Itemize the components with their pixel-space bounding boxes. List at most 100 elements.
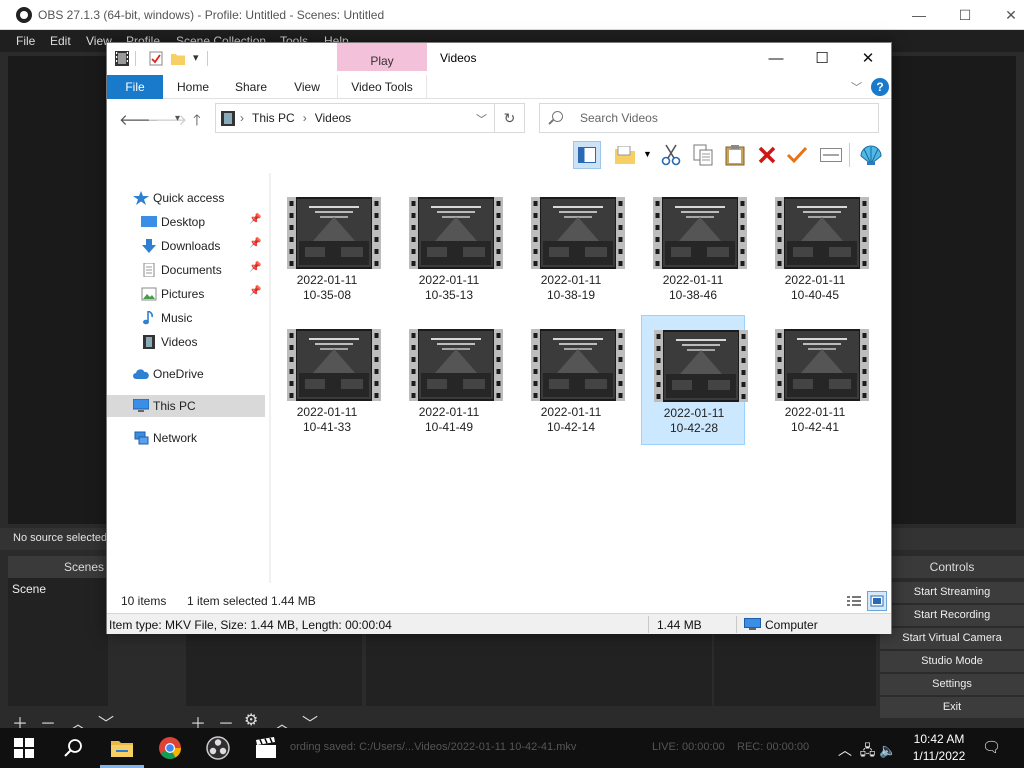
system-tray[interactable]: ︿ 🖧 🔈 bbox=[838, 740, 897, 764]
file-grid: 2022-01-11 10-35-08 2022-01-11 10-35-13 2022… bbox=[275, 183, 889, 583]
nav-music[interactable]: Music bbox=[107, 307, 265, 329]
large-icons-view-icon[interactable] bbox=[867, 591, 887, 611]
obs-menu-edit[interactable]: Edit bbox=[50, 34, 71, 48]
source-settings-gear-icon[interactable]: ⚙ bbox=[244, 710, 258, 730]
nav-documents-label: Documents bbox=[161, 263, 222, 277]
address-dropdown-chevron-icon[interactable]: ﹀ bbox=[476, 111, 487, 127]
network-icon[interactable]: 🖧 bbox=[860, 742, 876, 758]
studio-mode-button[interactable]: Studio Mode bbox=[880, 651, 1024, 672]
nav-onedrive[interactable]: OneDrive bbox=[107, 363, 265, 385]
volume-muted-icon[interactable]: 🔈 bbox=[879, 742, 896, 758]
breadcrumb-this-pc[interactable]: This PC bbox=[252, 111, 295, 125]
file-name: 2022-01-11 10-42-28 bbox=[642, 406, 746, 436]
new-folder-icon[interactable] bbox=[171, 51, 185, 66]
explorer-minimize-button[interactable]: — bbox=[753, 43, 799, 73]
nav-quick-access[interactable]: Quick access bbox=[107, 187, 265, 209]
nav-network[interactable]: Network bbox=[107, 427, 265, 449]
nav-documents[interactable]: Documents 📌 bbox=[107, 259, 265, 281]
address-bar[interactable]: › This PC › Videos ﹀ bbox=[215, 103, 495, 133]
video-thumbnail bbox=[287, 197, 381, 269]
obs-close-button[interactable]: ✕ bbox=[988, 0, 1024, 30]
preview-pane-icon[interactable] bbox=[573, 141, 601, 169]
obs-maximize-button[interactable]: ☐ bbox=[942, 0, 988, 30]
paste-clipboard-icon[interactable] bbox=[721, 141, 749, 169]
details-view-icon[interactable] bbox=[845, 592, 863, 610]
rename-checkmark-icon[interactable] bbox=[783, 141, 811, 169]
shell-icon[interactable] bbox=[857, 141, 885, 169]
video-editor-taskbar-icon[interactable] bbox=[254, 736, 278, 760]
video-file-item[interactable]: 2022-01-11 10-35-13 bbox=[397, 183, 503, 313]
video-file-item[interactable]: 2022-01-11 10-38-19 bbox=[519, 183, 625, 313]
video-file-item[interactable]: 2022-01-11 10-42-28 bbox=[641, 315, 748, 445]
cut-scissors-icon[interactable] bbox=[657, 141, 685, 169]
delete-x-icon[interactable] bbox=[753, 141, 781, 169]
help-icon[interactable]: ? bbox=[871, 78, 889, 96]
video-file-item[interactable]: 2022-01-11 10-40-45 bbox=[763, 183, 869, 313]
scene-list-item[interactable]: Scene bbox=[12, 582, 46, 596]
video-file-item[interactable]: 2022-01-11 10-41-33 bbox=[275, 315, 381, 445]
exit-button[interactable]: Exit bbox=[880, 697, 1024, 718]
forward-arrow-icon[interactable]: 🡒 bbox=[147, 110, 187, 129]
obs-menu-file[interactable]: File bbox=[16, 34, 35, 48]
start-virtual-camera-button[interactable]: Start Virtual Camera bbox=[880, 628, 1024, 649]
explorer-close-button[interactable]: ✕ bbox=[845, 43, 891, 73]
up-arrow-icon[interactable]: 🡑 bbox=[193, 110, 201, 135]
item-count: 10 items bbox=[121, 594, 167, 608]
properties-icon[interactable] bbox=[149, 51, 163, 66]
start-streaming-button[interactable]: Start Streaming bbox=[880, 582, 1024, 603]
video-thumbnail bbox=[775, 329, 869, 401]
show-hidden-icons-icon[interactable]: ︿ bbox=[838, 742, 852, 758]
start-recording-button[interactable]: Start Recording bbox=[880, 605, 1024, 626]
video-file-item[interactable]: 2022-01-11 10-42-14 bbox=[519, 315, 625, 445]
document-icon bbox=[141, 262, 157, 278]
nav-downloads[interactable]: Downloads 📌 bbox=[107, 235, 265, 257]
taskbar-clock[interactable]: 10:42 AM 1/11/2022 bbox=[906, 731, 972, 765]
ribbon-tab-file[interactable]: File bbox=[107, 75, 163, 99]
search-input[interactable] bbox=[580, 109, 870, 127]
file-name: 2022-01-11 10-41-33 bbox=[275, 405, 379, 435]
ribbon-tab-view[interactable]: View bbox=[283, 75, 331, 99]
expand-ribbon-chevron-icon[interactable]: ﹀ bbox=[851, 79, 862, 95]
taskbar-search-icon[interactable] bbox=[62, 736, 86, 760]
ribbon-tab-video-tools[interactable]: Video Tools bbox=[337, 75, 427, 99]
video-file-item[interactable]: 2022-01-11 10-42-41 bbox=[763, 315, 869, 445]
windows-start-icon[interactable] bbox=[14, 738, 34, 758]
obs-source-status: No source selected bbox=[13, 532, 108, 544]
nav-desktop[interactable]: Desktop 📌 bbox=[107, 211, 265, 233]
refresh-icon[interactable]: ↻ bbox=[495, 103, 525, 133]
recent-locations-chevron-icon[interactable]: ▾ bbox=[175, 113, 180, 124]
breadcrumb-videos[interactable]: Videos bbox=[315, 111, 351, 125]
folder-view-icon[interactable] bbox=[611, 141, 639, 169]
ribbon-tab-share[interactable]: Share bbox=[227, 75, 275, 99]
item-size: 1.44 MB bbox=[657, 618, 702, 632]
breadcrumb-separator-icon: › bbox=[302, 111, 307, 125]
address-row: 🡐 🡒 ▾ 🡑 › This PC › Videos ﹀ ↻ bbox=[107, 101, 891, 137]
breadcrumb: › This PC › Videos bbox=[240, 111, 359, 125]
nav-this-pc[interactable]: This PC bbox=[107, 395, 265, 417]
folder-view-dropdown-icon[interactable]: ▼ bbox=[643, 149, 652, 159]
video-file-item[interactable]: 2022-01-11 10-38-46 bbox=[641, 183, 747, 313]
obs-taskbar-icon[interactable] bbox=[206, 736, 230, 760]
file-name: 2022-01-11 10-38-46 bbox=[641, 273, 745, 303]
video-file-item[interactable]: 2022-01-11 10-35-08 bbox=[275, 183, 381, 313]
settings-button[interactable]: Settings bbox=[880, 674, 1024, 695]
notification-center-icon[interactable]: 🗨 bbox=[982, 738, 1001, 756]
copy-icon[interactable] bbox=[689, 141, 717, 169]
search-icon bbox=[552, 111, 563, 122]
customize-qat-icon[interactable]: ▾ bbox=[193, 51, 199, 64]
nav-pictures[interactable]: Pictures 📌 bbox=[107, 283, 265, 305]
chrome-taskbar-icon[interactable] bbox=[158, 736, 182, 760]
videos-folder-icon bbox=[221, 111, 235, 126]
file-explorer-taskbar-icon[interactable] bbox=[110, 736, 134, 760]
file-name: 2022-01-11 10-35-08 bbox=[275, 273, 379, 303]
video-file-item[interactable]: 2022-01-11 10-41-49 bbox=[397, 315, 503, 445]
explorer-maximize-button[interactable]: ☐ bbox=[799, 43, 845, 73]
computer-icon bbox=[744, 618, 761, 630]
file-name-time: 10-38-19 bbox=[546, 288, 596, 302]
obs-minimize-button[interactable]: — bbox=[896, 0, 942, 30]
select-all-icon[interactable] bbox=[817, 141, 845, 169]
file-name-date: 2022-01-11 bbox=[784, 405, 846, 419]
ribbon-tab-home[interactable]: Home bbox=[167, 75, 219, 99]
explorer-status-bar: 10 items 1 item selected 1.44 MB bbox=[107, 589, 891, 613]
nav-videos[interactable]: Videos bbox=[107, 331, 265, 353]
